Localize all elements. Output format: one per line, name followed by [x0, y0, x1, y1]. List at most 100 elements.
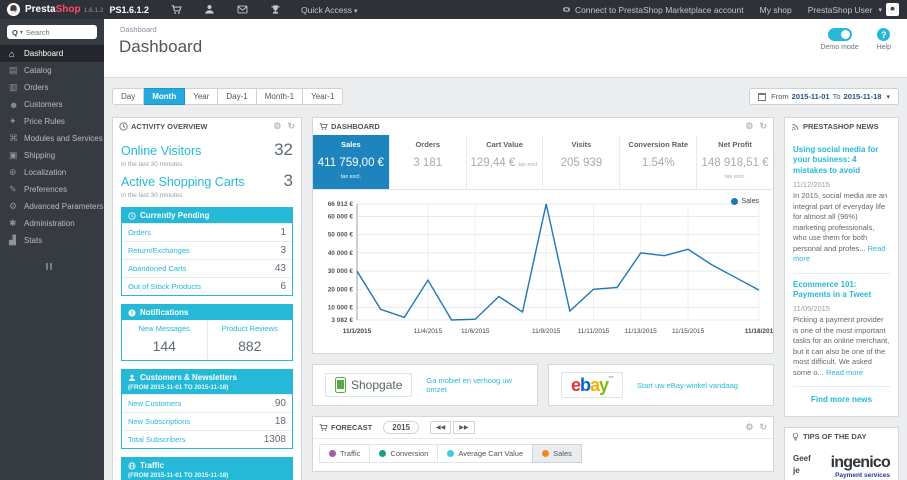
read-more-link[interactable]: Read more [826, 368, 863, 377]
gear-icon[interactable]: ⚙ [745, 122, 753, 131]
tips-of-the-day-panel: TIPS OF THE DAY ingenico Payment service… [784, 427, 899, 480]
sidebar-item-localization[interactable]: ⊕ Localization [0, 164, 104, 181]
svg-text:11/6/2015: 11/6/2015 [461, 328, 490, 335]
pending-row-abandoned-carts[interactable]: Abandoned Carts 43 [122, 259, 292, 277]
refresh-icon[interactable]: ↻ [287, 122, 295, 131]
activity-overview-panel: ACTIVITY OVERVIEW ⚙ ↻ Online Visitors 32 i… [112, 117, 302, 480]
topbar: PrestaShop 1.6.1.2 PS1.6.1.2 Quick Acces… [0, 0, 907, 19]
pending-row-orders[interactable]: Orders 1 [122, 223, 292, 241]
trophy-icon[interactable] [270, 4, 281, 15]
marketplace-link[interactable]: Connect to PrestaShop Marketplace accoun… [562, 5, 744, 15]
user-menu[interactable]: PrestaShop User ▾ [808, 3, 899, 16]
breadcrumb: Dashboard [120, 25, 157, 34]
kpi-sales[interactable]: Sales 411 759,00 € tax excl. [313, 135, 389, 189]
ebay-link[interactable]: Start uw eBay-winkel vandaag [637, 381, 738, 390]
customers-newsletters-section: Customers & Newsletters (FROM 2015-11-01… [121, 369, 293, 449]
sidebar-search[interactable]: Q ▾ [7, 25, 97, 39]
toggle-on-icon[interactable] [827, 28, 852, 41]
link-icon [563, 7, 570, 12]
article-title-link[interactable]: Ecommerce 101: Payments in a Tweet [793, 280, 890, 301]
svg-text:50 000 €: 50 000 € [328, 232, 354, 239]
range-year-button[interactable]: Year [185, 88, 219, 105]
sidebar-item-administration[interactable]: ✱ Administration [0, 215, 104, 232]
tab-conversion[interactable]: Conversion [369, 444, 439, 463]
total-subscribers-row[interactable]: Total Subscribers 1308 [122, 430, 292, 448]
new-messages-cell[interactable]: New Messages 144 [122, 320, 207, 360]
new-subscriptions-row[interactable]: New Subscriptions 18 [122, 412, 292, 430]
product-reviews-cell[interactable]: Product Reviews 882 [206, 320, 293, 360]
chart-legend[interactable]: Sales [731, 198, 759, 205]
notifications-section: Notifications New Messages 144 Product Re… [121, 304, 293, 361]
sidebar-item-orders[interactable]: ▥ Orders [0, 79, 104, 96]
kpi-orders[interactable]: Orders 3 181 [388, 135, 466, 189]
tab-traffic[interactable]: Traffic [319, 444, 371, 463]
sidebar-item-preferences[interactable]: ✎ Preferences [0, 181, 104, 198]
sidebar-item-advanced-parameters[interactable]: ⚙ Advanced Parameters [0, 198, 104, 215]
svg-text:66 912 €: 66 912 € [328, 201, 354, 208]
user-icon [129, 374, 135, 381]
cart-icon[interactable] [171, 4, 182, 15]
phone-icon [335, 377, 346, 393]
ingenico-logo: ingenico Payment services [830, 454, 891, 480]
range-month-button[interactable]: Month [144, 88, 186, 105]
kpi-cart-value[interactable]: Cart Value 129,44 € tax excl. [465, 135, 543, 189]
shopgate-link[interactable]: Ga mobiel en verhoog uw omzet [426, 376, 525, 394]
panel-title: TIPS OF THE DAY [803, 432, 867, 442]
catalog-icon: ▤ [9, 65, 18, 75]
sidebar-item-price-rules[interactable]: ✦ Price Rules [0, 113, 104, 130]
svg-text:10 000 €: 10 000 € [328, 304, 354, 311]
pending-row-out-of-stock[interactable]: Out of Stock Products 6 [122, 277, 292, 295]
range-day-button[interactable]: Day [112, 88, 145, 105]
online-visitors-link[interactable]: Online Visitors [121, 144, 201, 158]
refresh-icon[interactable]: ↻ [759, 423, 767, 432]
kpi-visits[interactable]: Visits 205 939 [542, 135, 619, 189]
svg-text:11/13/2015: 11/13/2015 [625, 328, 657, 335]
stats-icon: ▟ [9, 235, 16, 245]
new-customers-row[interactable]: New Customers 90 [122, 394, 292, 412]
find-more-news-link[interactable]: Find more news [793, 387, 890, 410]
wrench-icon: ✎ [9, 184, 17, 194]
globe-icon: ⊕ [9, 167, 17, 177]
panel-title: DASHBOARD [331, 122, 380, 131]
search-scope-selector[interactable]: Q [7, 28, 20, 37]
tab-sales[interactable]: Sales [532, 444, 582, 463]
sidebar-item-catalog[interactable]: ▤ Catalog [0, 62, 104, 79]
pending-row-returns[interactable]: Return/Exchanges 3 [122, 241, 292, 259]
active-carts-link[interactable]: Active Shopping Carts [121, 175, 245, 189]
sidebar-collapse-button[interactable] [46, 263, 104, 270]
quick-access-menu[interactable]: Quick Access ▾ [301, 5, 358, 15]
range-year-1-button[interactable]: Year-1 [303, 88, 344, 105]
refresh-icon[interactable]: ↻ [759, 122, 767, 131]
kpi-net-profit[interactable]: Net Profit 148 918,51 € tax excl. [696, 135, 773, 189]
range-day-1-button[interactable]: Day-1 [218, 88, 257, 105]
sidebar-item-shipping[interactable]: ▣ Shipping [0, 147, 104, 164]
customer-icon[interactable] [204, 4, 215, 15]
messages-icon[interactable] [237, 4, 248, 15]
my-shop-link[interactable]: My shop [760, 5, 792, 15]
sidebar-item-modules[interactable]: ⌘ Modules and Services [0, 130, 104, 147]
search-input[interactable] [25, 27, 78, 37]
shopgate-banner[interactable]: Shopgate Ga mobiel en verhoog uw omzet [312, 364, 538, 406]
sidebar-item-dashboard[interactable]: ⌂ Dashboard [0, 45, 104, 62]
gear-icon[interactable]: ⚙ [745, 423, 753, 432]
svg-text:30 000 €: 30 000 € [328, 268, 354, 275]
gear-icon[interactable]: ⚙ [273, 122, 281, 131]
page-title: Dashboard [119, 37, 203, 56]
date-range-picker[interactable]: From 2015-11-01 To 2015-11-18 ▾ [749, 88, 899, 105]
help-button[interactable]: ? Help [877, 28, 891, 51]
svg-text:20 000 €: 20 000 € [328, 286, 354, 293]
demo-mode-toggle[interactable]: Demo mode [820, 28, 859, 51]
ebay-banner[interactable]: ebay™ Start uw eBay-winkel vandaag [548, 364, 774, 406]
range-month-1-button[interactable]: Month-1 [256, 88, 304, 105]
cogs-icon: ⚙ [9, 201, 18, 211]
tab-average-cart-value[interactable]: Average Cart Value [437, 444, 534, 463]
kpi-conversion-rate[interactable]: Conversion Rate 1.54% [619, 135, 696, 189]
version-small: 1.6.1.2 [83, 7, 104, 14]
previous-year-button[interactable]: ◀◀ [430, 421, 452, 434]
sidebar-item-stats[interactable]: ▟ Stats [0, 232, 104, 249]
prestashop-logo-icon[interactable] [7, 3, 20, 16]
next-year-button[interactable]: ▶▶ [453, 421, 475, 434]
sidebar-item-customers[interactable]: ☻ Customers [0, 96, 104, 113]
article-title-link[interactable]: Using social media for your business: 4 … [793, 145, 890, 176]
traffic-section: Traffic (FROM 2015-11-01 TO 2015-11-18) … [121, 457, 293, 480]
